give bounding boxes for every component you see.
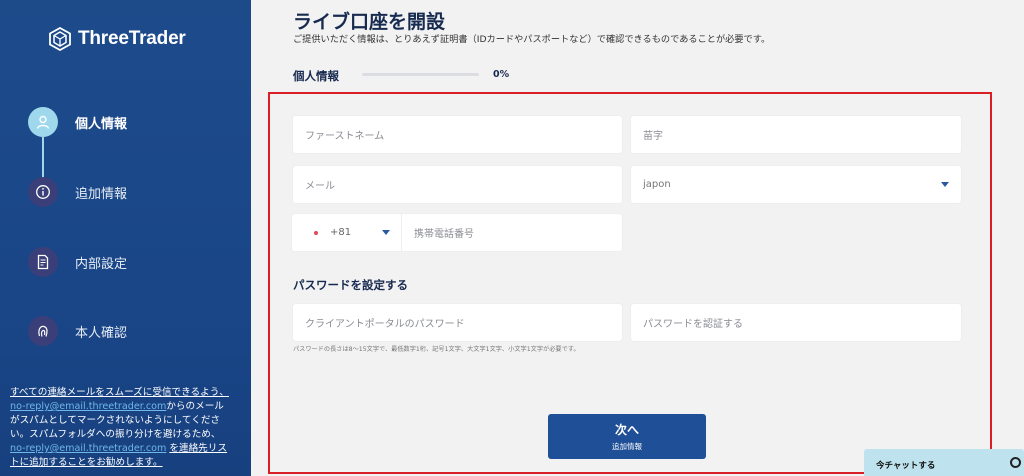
email-whitelist-note: すべての連絡メールをスムーズに受信できるよう、 no-reply@email.th… <box>10 386 232 470</box>
country-value: japon <box>643 179 671 190</box>
next-button-label: 次へ <box>614 423 639 437</box>
brand-name: ThreeTrader <box>78 28 186 49</box>
password-confirm-placeholder: パスワードを認証する <box>643 319 743 330</box>
email-input[interactable]: メール <box>293 166 622 203</box>
note-text: すべての連絡メールをスムーズに受信できるよう、 <box>10 387 229 398</box>
no-reply-email-link[interactable]: no-reply@email.threetrader.com <box>10 443 166 454</box>
step-connector <box>42 137 44 182</box>
next-button[interactable]: 次へ 追加情報 <box>548 414 706 459</box>
japan-flag-icon <box>314 230 318 235</box>
last-name-placeholder: 苗字 <box>643 131 663 142</box>
chevron-down-icon <box>382 230 390 235</box>
cube-logo-icon <box>49 27 71 51</box>
sidebar-step-identity-verification[interactable]: 本人確認 <box>28 316 127 346</box>
sidebar-step-additional-info[interactable]: 追加情報 <box>28 177 127 207</box>
password-hint: パスワードの長さは8〜15文字で、最低数字1桁、記号1文字、大文字1文字、小文字… <box>293 346 580 353</box>
main-content: ライブ口座を開設 ご提供いただく情報は、とりあえず証明書（IDカードやパスポート… <box>251 0 1024 476</box>
sidebar-step-internal-settings[interactable]: 内部設定 <box>28 247 127 277</box>
sidebar-step-personal-info[interactable]: 個人情報 <box>28 107 127 137</box>
page-subtitle: ご提供いただく情報は、とりあえず証明書（IDカードやパスポートなど）で確認できる… <box>293 34 771 45</box>
info-icon <box>28 177 58 207</box>
document-icon <box>28 247 58 277</box>
mobile-number-input[interactable]: 携帯電話番号 <box>402 214 622 251</box>
chevron-down-icon <box>941 182 949 187</box>
step-label: 追加情報 <box>75 186 128 202</box>
password-section-title: パスワードを設定する <box>293 278 408 292</box>
sidebar: ThreeTrader 個人情報 追加情報 内部設定 本人確認 すべての連絡メー… <box>0 0 251 476</box>
progress-bar <box>362 73 479 76</box>
step-label: 本人確認 <box>75 325 128 341</box>
brand-logo[interactable]: ThreeTrader <box>48 26 186 52</box>
email-placeholder: メール <box>305 181 335 192</box>
first-name-input[interactable]: ファーストネーム <box>293 116 622 153</box>
first-name-placeholder: ファーストネーム <box>305 131 385 142</box>
chat-widget[interactable]: 今チャットする <box>864 449 1024 476</box>
fingerprint-icon <box>28 316 58 346</box>
user-icon <box>28 107 58 137</box>
step-label: 内部設定 <box>75 256 128 272</box>
password-confirm-input[interactable]: パスワードを認証する <box>631 304 961 341</box>
mobile-number-placeholder: 携帯電話番号 <box>414 229 474 240</box>
next-button-sublabel: 追加情報 <box>612 442 642 451</box>
chat-icon <box>1010 457 1021 468</box>
page-title: ライブ口座を開設 <box>293 11 446 33</box>
no-reply-email-link[interactable]: no-reply@email.threetrader.com <box>10 401 166 412</box>
chat-label: 今チャットする <box>876 461 936 471</box>
last-name-input[interactable]: 苗字 <box>631 116 961 153</box>
progress-percent: 0% <box>493 69 510 80</box>
password-input[interactable]: クライアントポータルのパスワード <box>293 304 622 341</box>
country-select[interactable]: japon <box>631 166 961 203</box>
password-placeholder: クライアントポータルのパスワード <box>305 319 465 330</box>
step-label: 個人情報 <box>75 116 128 132</box>
progress-label: 個人情報 <box>293 69 339 83</box>
phone-code-select[interactable]: +81 <box>292 214 402 251</box>
phone-code-value: +81 <box>330 227 352 238</box>
